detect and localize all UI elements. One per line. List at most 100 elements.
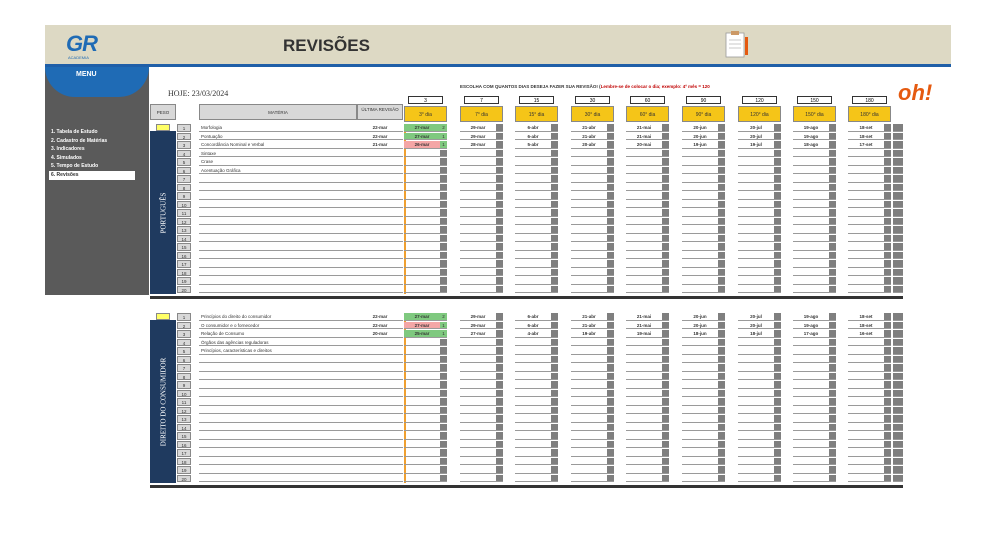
status-cell[interactable] xyxy=(662,355,669,363)
status-cell[interactable] xyxy=(884,381,891,389)
status-cell[interactable] xyxy=(774,166,781,174)
status-cell[interactable] xyxy=(607,226,614,234)
ultima-revisao-cell[interactable]: 22-mar xyxy=(357,322,403,329)
status-cell[interactable] xyxy=(718,124,725,132)
status-cell[interactable] xyxy=(607,389,614,397)
status-cell[interactable] xyxy=(829,415,836,423)
materia-cell[interactable] xyxy=(199,373,357,380)
materia-cell[interactable] xyxy=(199,449,357,457)
status-cell[interactable] xyxy=(662,166,669,174)
status-cell[interactable] xyxy=(718,355,725,363)
status-cell[interactable] xyxy=(440,226,447,234)
status-cell[interactable] xyxy=(774,124,781,132)
status-cell[interactable] xyxy=(607,192,614,200)
status-cell[interactable] xyxy=(440,440,447,448)
day-interval-input[interactable]: 30 xyxy=(575,96,610,104)
status-cell[interactable] xyxy=(496,251,503,259)
peso-flag[interactable] xyxy=(156,313,170,320)
status-cell[interactable] xyxy=(718,338,725,346)
status-cell[interactable]: 1 xyxy=(440,132,447,140)
status-cell[interactable] xyxy=(496,124,503,132)
status-cell[interactable] xyxy=(884,364,891,372)
status-cell[interactable] xyxy=(496,347,503,355)
ultima-revisao-cell[interactable] xyxy=(357,339,403,346)
materia-cell[interactable] xyxy=(199,218,357,225)
status-cell[interactable] xyxy=(496,457,503,465)
status-cell[interactable] xyxy=(829,226,836,234)
ultima-revisao-cell[interactable] xyxy=(357,158,403,166)
status-cell[interactable] xyxy=(774,175,781,183)
status-cell[interactable] xyxy=(884,226,891,234)
status-cell[interactable] xyxy=(829,457,836,465)
status-cell[interactable] xyxy=(551,285,558,293)
status-cell[interactable] xyxy=(662,251,669,259)
status-cell[interactable] xyxy=(496,192,503,200)
status-cell[interactable] xyxy=(718,209,725,217)
day-interval-input[interactable]: 15 xyxy=(519,96,554,104)
sidebar-item[interactable]: 3. Indicadores xyxy=(49,145,135,154)
status-cell[interactable] xyxy=(774,347,781,355)
status-cell[interactable] xyxy=(884,209,891,217)
status-cell[interactable] xyxy=(662,449,669,457)
status-cell[interactable] xyxy=(884,406,891,414)
ultima-revisao-cell[interactable] xyxy=(357,398,403,406)
status-cell[interactable] xyxy=(607,474,614,482)
status-cell[interactable] xyxy=(829,389,836,397)
status-cell[interactable] xyxy=(884,321,891,329)
status-cell[interactable] xyxy=(662,285,669,293)
status-cell[interactable] xyxy=(607,260,614,268)
status-cell[interactable] xyxy=(662,175,669,183)
status-cell[interactable] xyxy=(440,372,447,380)
status-cell[interactable] xyxy=(829,372,836,380)
materia-cell[interactable]: Morfologia xyxy=(199,124,357,132)
status-cell[interactable] xyxy=(496,466,503,474)
status-cell[interactable] xyxy=(774,243,781,251)
status-cell[interactable] xyxy=(884,158,891,166)
status-cell[interactable] xyxy=(662,474,669,482)
materia-cell[interactable] xyxy=(199,390,357,397)
status-cell[interactable] xyxy=(718,474,725,482)
status-cell[interactable]: 1 xyxy=(440,141,447,149)
status-cell[interactable] xyxy=(718,457,725,465)
materia-cell[interactable]: Pontuação xyxy=(199,133,357,140)
ultima-revisao-cell[interactable] xyxy=(357,167,403,174)
status-cell[interactable] xyxy=(829,423,836,431)
status-cell[interactable] xyxy=(496,226,503,234)
ultima-revisao-cell[interactable] xyxy=(357,192,403,200)
status-cell[interactable] xyxy=(884,330,891,338)
status-cell[interactable] xyxy=(551,277,558,285)
status-cell[interactable] xyxy=(829,192,836,200)
status-cell[interactable] xyxy=(718,313,725,321)
materia-cell[interactable]: Sintaxe xyxy=(199,150,357,157)
status-cell[interactable] xyxy=(884,132,891,140)
status-cell[interactable] xyxy=(829,209,836,217)
status-cell[interactable] xyxy=(551,406,558,414)
sidebar-item[interactable]: 1. Tabela de Estudo xyxy=(49,128,135,137)
status-cell[interactable] xyxy=(718,372,725,380)
materia-cell[interactable]: Órgãos das agências reguladoras xyxy=(199,339,357,346)
status-cell[interactable] xyxy=(496,209,503,217)
status-cell[interactable] xyxy=(718,226,725,234)
status-cell[interactable] xyxy=(551,432,558,440)
materia-cell[interactable]: O consumidor e o fornecedor xyxy=(199,322,357,329)
status-cell[interactable] xyxy=(829,149,836,157)
status-cell[interactable] xyxy=(829,474,836,482)
status-cell[interactable] xyxy=(496,415,503,423)
status-cell[interactable] xyxy=(884,372,891,380)
status-cell[interactable] xyxy=(440,457,447,465)
status-cell[interactable] xyxy=(829,166,836,174)
ultima-revisao-cell[interactable] xyxy=(357,466,403,474)
status-cell[interactable] xyxy=(607,268,614,276)
status-cell[interactable] xyxy=(440,474,447,482)
ultima-revisao-cell[interactable] xyxy=(357,441,403,448)
status-cell[interactable] xyxy=(662,141,669,149)
status-cell[interactable] xyxy=(551,217,558,225)
day-interval-input[interactable]: 150 xyxy=(797,96,832,104)
status-cell[interactable] xyxy=(884,234,891,242)
status-cell[interactable] xyxy=(774,466,781,474)
ultima-revisao-cell[interactable] xyxy=(357,175,403,183)
status-cell[interactable] xyxy=(884,277,891,285)
status-cell[interactable] xyxy=(774,209,781,217)
status-cell[interactable] xyxy=(662,124,669,132)
status-cell[interactable] xyxy=(829,381,836,389)
